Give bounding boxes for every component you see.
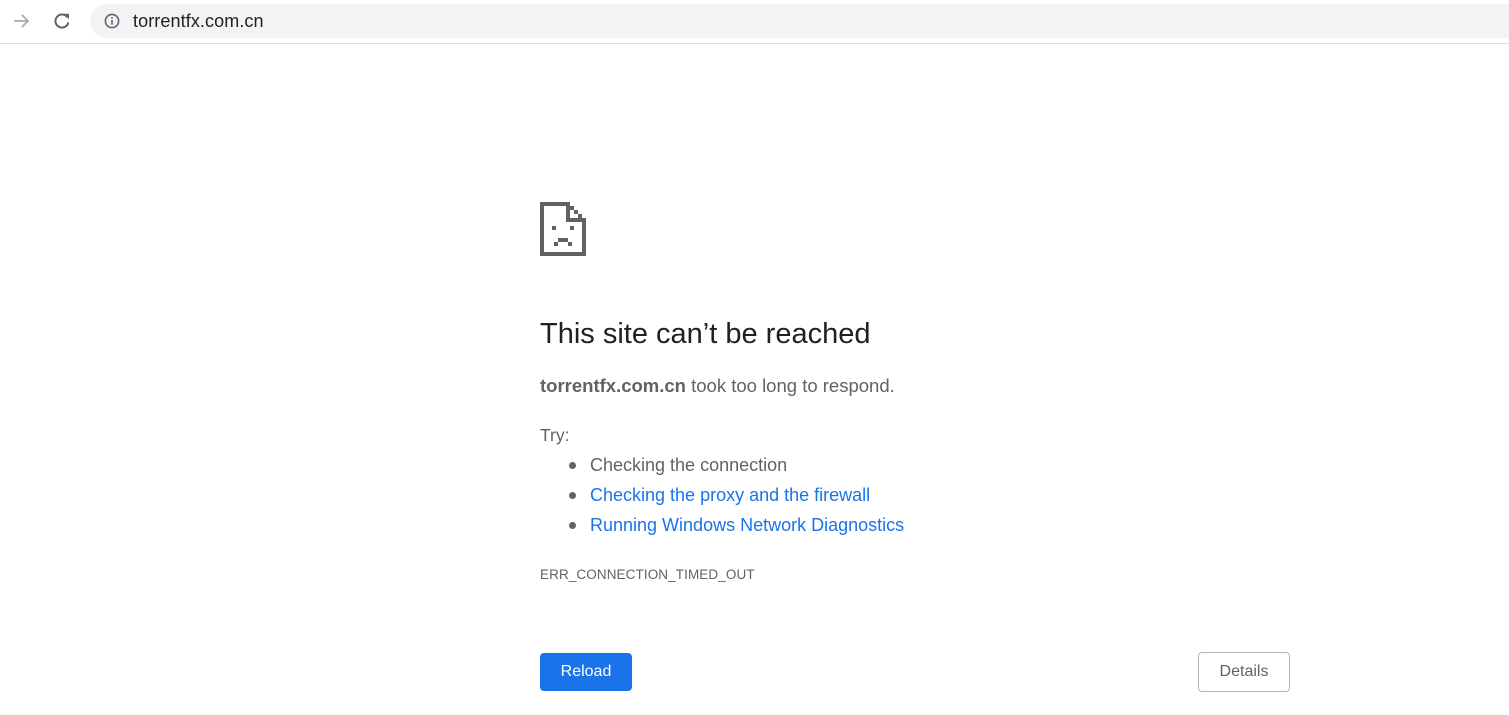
bullet-icon	[569, 522, 576, 529]
reload-button[interactable]: Reload	[540, 653, 632, 691]
bullet-icon	[569, 462, 576, 469]
url-text[interactable]: torrentfx.com.cn	[133, 11, 264, 31]
bullet-icon	[569, 492, 576, 499]
suggestion-item: Running Windows Network Diagnostics	[540, 513, 904, 543]
suggestion-check-connection: Checking the connection	[590, 455, 788, 475]
suggestion-proxy-firewall-link[interactable]: Checking the proxy and the firewall	[590, 485, 870, 505]
suggestions-list: Checking the connection Checking the pro…	[540, 453, 904, 543]
info-circle-icon[interactable]	[104, 13, 120, 29]
try-label: Try:	[540, 425, 570, 445]
suggestion-item: Checking the proxy and the firewall	[540, 483, 904, 513]
arrow-forward-icon	[14, 14, 30, 28]
details-button[interactable]: Details	[1198, 652, 1290, 692]
suggestion-item: Checking the connection	[540, 453, 904, 483]
sad-page-icon	[540, 202, 586, 256]
forward-button[interactable]	[7, 6, 37, 36]
browser-toolbar: torrentfx.com.cn	[0, 0, 1509, 44]
error-title: This site can’t be reached	[540, 318, 871, 350]
error-summary-text: took too long to respond.	[685, 375, 895, 396]
suggestion-network-diagnostics-link[interactable]: Running Windows Network Diagnostics	[590, 515, 904, 535]
error-host: torrentfx.com.cn	[540, 375, 686, 396]
reload-nav-button[interactable]	[47, 6, 77, 36]
reload-icon	[54, 13, 70, 29]
error-code: ERR_CONNECTION_TIMED_OUT	[540, 567, 755, 582]
address-bar[interactable]: torrentfx.com.cn	[90, 4, 1509, 38]
error-summary: torrentfx.com.cn took too long to respon…	[540, 373, 895, 399]
